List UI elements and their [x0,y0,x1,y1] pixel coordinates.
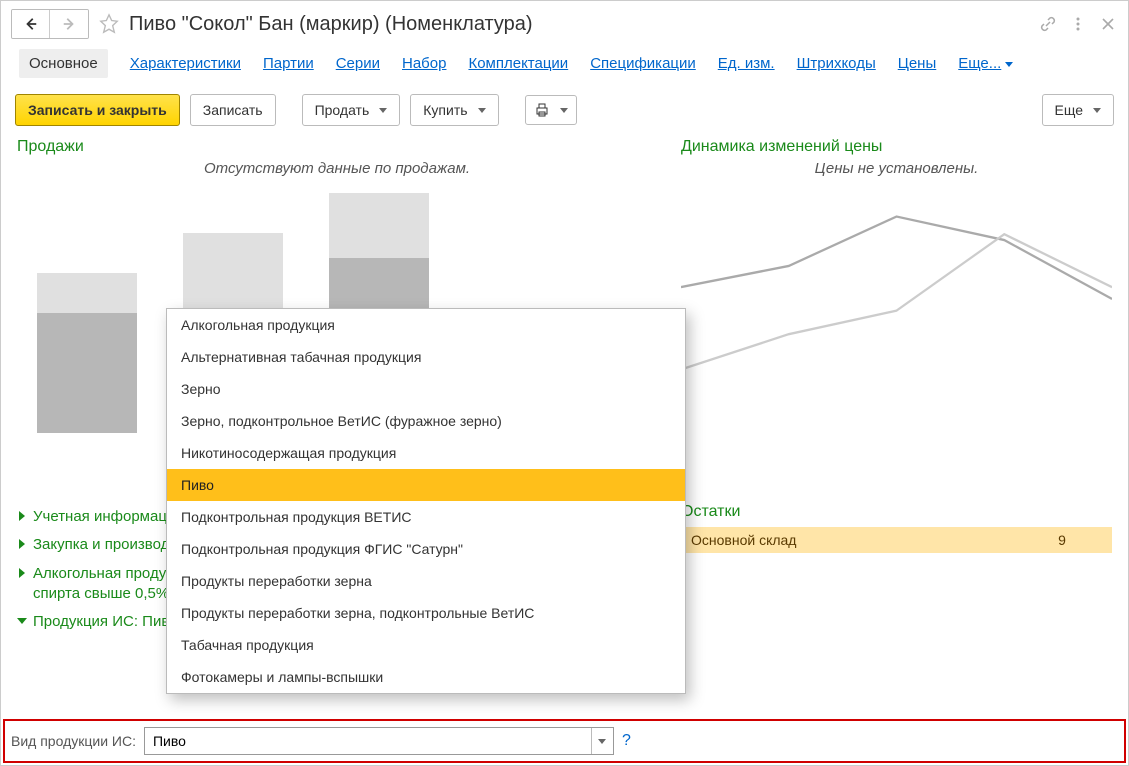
tab-kits[interactable]: Комплектации [468,55,568,72]
chevron-right-icon [17,511,27,521]
tab-more[interactable]: Еще... [958,55,1013,72]
dropdown-option[interactable]: Продукты переработки зерна [167,565,685,597]
is-product-field-row: Вид продукции ИС: ? [3,719,1126,763]
dropdown-option[interactable]: Подконтрольная продукция ФГИС "Сатурн" [167,533,685,565]
group-label: Продукция ИС: Пиво [33,612,177,632]
save-close-button[interactable]: Записать и закрыть [15,94,180,126]
dropdown-option[interactable]: Продукты переработки зерна, подконтрольн… [167,597,685,629]
balance-row[interactable]: Основной склад 9 [681,527,1112,553]
page-title: Пиво "Сокол" Бан (маркир) (Номенклатура) [129,13,533,36]
price-dynamics-empty-text: Цены не установлены. [681,160,1112,177]
balances-title: Остатки [681,503,1112,521]
balance-warehouse: Основной склад [691,532,1022,548]
tab-batches[interactable]: Партии [263,55,314,72]
balance-qty: 9 [1022,532,1102,548]
dropdown-option-selected[interactable]: Пиво [167,469,685,501]
dropdown-option[interactable]: Зерно, подконтрольное ВетИС (фуражное зе… [167,405,685,437]
tab-characteristics[interactable]: Характеристики [130,55,241,72]
chevron-down-icon [17,616,27,626]
price-line-chart [681,193,1112,393]
dropdown-option[interactable]: Зерно [167,373,685,405]
favorite-icon[interactable] [97,12,121,36]
help-icon[interactable]: ? [622,732,631,750]
bar-1 [37,273,137,433]
is-product-dropdown: Алкогольная продукция Альтернативная таб… [166,308,686,694]
tab-prices[interactable]: Цены [898,55,937,72]
nav-back-button[interactable] [12,10,50,38]
sales-empty-text: Отсутствуют данные по продажам. [17,160,657,177]
is-product-label: Вид продукции ИС: [9,733,136,749]
tab-main[interactable]: Основное [19,49,108,78]
dropdown-option[interactable]: Никотиносодержащая продукция [167,437,685,469]
sales-section-title: Продажи [17,138,657,156]
dropdown-option[interactable]: Алкогольная продукция [167,309,685,341]
price-dynamics-title: Динамика изменений цены [681,138,1112,156]
toolbar-more-button[interactable]: Еще [1042,94,1115,126]
tab-barcodes[interactable]: Штрихкоды [797,55,876,72]
dropdown-option[interactable]: Альтернативная табачная продукция [167,341,685,373]
nav-forward-button[interactable] [50,10,88,38]
save-button[interactable]: Записать [190,94,276,126]
sell-button[interactable]: Продать [302,94,401,126]
is-product-input[interactable] [145,728,591,754]
balances-table: Основной склад 9 [681,527,1112,553]
is-product-field[interactable] [144,727,614,755]
is-product-dropdown-toggle[interactable] [591,728,613,754]
print-button[interactable] [525,95,577,125]
tab-set[interactable]: Набор [402,55,446,72]
dropdown-option[interactable]: Фотокамеры и лампы-вспышки [167,661,685,693]
link-icon[interactable] [1040,16,1056,32]
buy-button[interactable]: Купить [410,94,498,126]
dropdown-option[interactable]: Подконтрольная продукция ВЕТИС [167,501,685,533]
tab-series[interactable]: Серии [336,55,380,72]
dropdown-option[interactable]: Табачная продукция [167,629,685,661]
tab-specs[interactable]: Спецификации [590,55,696,72]
tab-uom[interactable]: Ед. изм. [718,55,775,72]
chevron-right-icon [17,539,27,549]
close-icon[interactable] [1100,16,1116,32]
kebab-icon[interactable] [1070,16,1086,32]
chevron-right-icon [17,568,27,578]
